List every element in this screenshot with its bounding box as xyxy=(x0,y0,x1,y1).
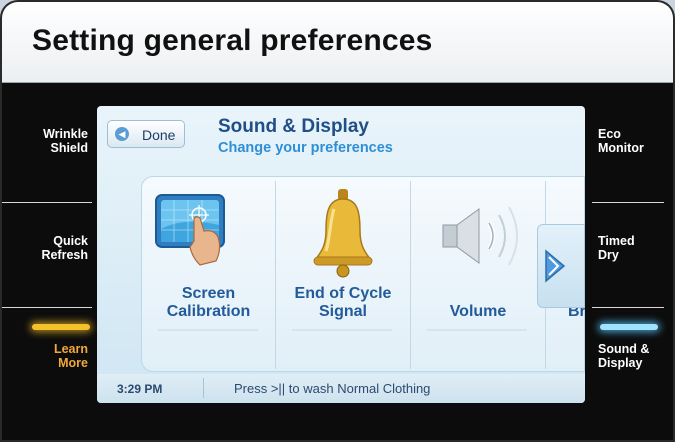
side-button-wrinkle-shield[interactable]: Wrinkle Shield xyxy=(2,127,92,167)
active-indicator-blue xyxy=(600,324,658,330)
scroll-right-button[interactable] xyxy=(537,224,585,308)
options-panel: Screen Calibration End of Cycle Signal V… xyxy=(141,176,585,372)
page-title: Setting general preferences xyxy=(32,24,433,57)
status-bar: 3:29 PM Press >|| to wash Normal Clothin… xyxy=(97,374,585,403)
side-button-label: Timed Dry xyxy=(598,234,635,262)
touch-screen-icon xyxy=(155,194,225,266)
side-button-label: Eco Monitor xyxy=(598,127,644,155)
option-volume[interactable]: Volume xyxy=(411,177,545,367)
option-label: Screen Calibration xyxy=(166,285,251,320)
back-arrow-icon: ◀ xyxy=(115,127,129,141)
side-button-quick-refresh[interactable]: Quick Refresh xyxy=(2,234,92,274)
underline xyxy=(427,329,527,331)
underline xyxy=(158,329,258,331)
screen-subtitle: Change your preferences xyxy=(218,140,393,156)
side-button-eco-monitor[interactable]: Eco Monitor xyxy=(592,127,673,167)
side-button-label: Wrinkle Shield xyxy=(43,127,88,155)
appliance-panel: Setting general preferences Wrinkle Shiel… xyxy=(0,0,675,442)
option-screen-calibration[interactable]: Screen Calibration xyxy=(142,177,275,367)
divider xyxy=(2,307,92,308)
side-button-label: Learn More xyxy=(53,342,88,370)
chevron-right-icon xyxy=(545,249,566,283)
status-message: Press >|| to wash Normal Clothing xyxy=(234,381,431,396)
side-button-timed-dry[interactable]: Timed Dry xyxy=(592,234,673,274)
divider xyxy=(592,202,664,203)
option-end-of-cycle-signal[interactable]: End of Cycle Signal xyxy=(276,177,410,367)
speaker-icon xyxy=(442,206,518,266)
touch-screen: ◀ Done Sound & Display Change your prefe… xyxy=(97,106,585,403)
option-label: Volume xyxy=(449,303,507,320)
done-button[interactable]: ◀ Done xyxy=(107,120,185,148)
side-button-sound-display[interactable]: Sound & Display xyxy=(592,320,673,372)
underline xyxy=(292,329,392,331)
bell-icon xyxy=(313,189,373,278)
active-indicator-amber xyxy=(32,324,90,330)
divider xyxy=(2,202,92,203)
side-button-learn-more[interactable]: Learn More xyxy=(2,320,92,372)
page-header: Setting general preferences xyxy=(2,2,673,83)
clock-time: 3:29 PM xyxy=(117,382,163,396)
divider xyxy=(592,307,664,308)
screen-title: Sound & Display xyxy=(218,116,369,137)
side-button-label: Quick Refresh xyxy=(41,234,88,262)
separator xyxy=(203,378,204,398)
option-label: End of Cycle Signal xyxy=(294,285,392,320)
side-button-label: Sound & Display xyxy=(598,342,650,370)
